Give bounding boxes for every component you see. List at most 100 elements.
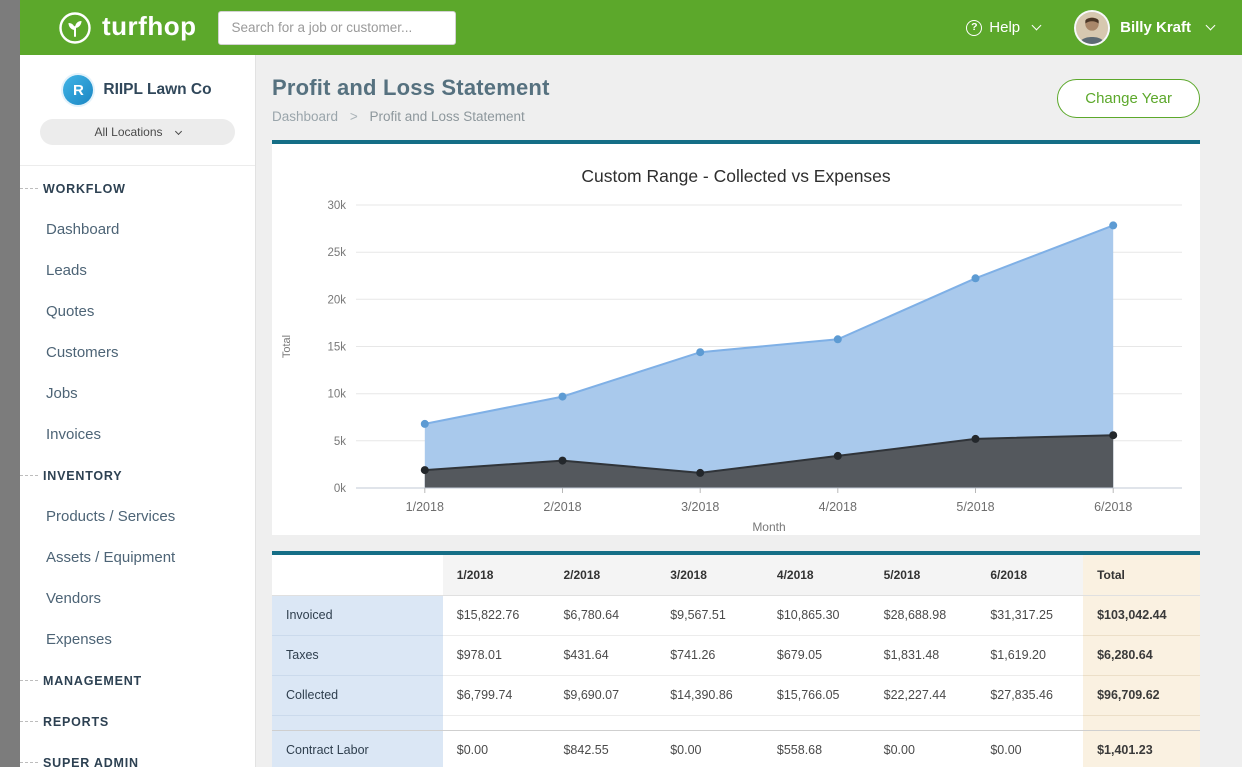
cell-value: $679.05	[763, 635, 870, 675]
spacer-cell	[443, 715, 1083, 730]
cell-value: $14,390.86	[656, 675, 763, 715]
topbar-right: ? Help Billy Kraft	[966, 10, 1214, 46]
location-selector[interactable]: All Locations	[40, 119, 235, 145]
cell-value: $27,835.46	[976, 675, 1083, 715]
cell-value: $1,831.48	[870, 635, 977, 675]
svg-text:0k: 0k	[334, 483, 346, 495]
row-label: Collected	[272, 675, 443, 715]
help-icon: ?	[966, 20, 982, 36]
body-row: R RIIPL Lawn Co All Locations WORKFLOWDa…	[20, 55, 1242, 767]
table-row-collected: Collected$6,799.74$9,690.07$14,390.86$15…	[272, 675, 1200, 715]
column-header-1-2018: 1/2018	[443, 555, 550, 595]
spacer-cell	[1083, 715, 1200, 730]
table-header-row: 1/20182/20183/20184/20185/20186/2018Tota…	[272, 555, 1200, 595]
svg-text:2/2018: 2/2018	[543, 500, 581, 514]
svg-text:5k: 5k	[334, 436, 346, 448]
sidebar-section-label: REPORTS	[43, 715, 109, 729]
change-year-button[interactable]: Change Year	[1057, 79, 1200, 118]
search-input[interactable]	[218, 11, 456, 45]
company-logo: R	[63, 75, 93, 105]
sidebar-section-management: MANAGEMENT	[20, 660, 255, 701]
page-head-left: Profit and Loss Statement Dashboard > Pr…	[272, 69, 550, 140]
company-name: RIIPL Lawn Co	[103, 81, 211, 99]
cell-value: $0.00	[976, 730, 1083, 767]
svg-text:15k: 15k	[327, 342, 346, 354]
svg-text:5/2018: 5/2018	[956, 500, 994, 514]
tree-branch-icon	[20, 188, 38, 189]
svg-text:3/2018: 3/2018	[681, 500, 719, 514]
breadcrumb: Dashboard > Profit and Loss Statement	[272, 109, 550, 124]
column-header-2-2018: 2/2018	[549, 555, 656, 595]
chevron-down-icon	[1206, 21, 1216, 31]
cell-value: $0.00	[656, 730, 763, 767]
cell-value: $842.55	[549, 730, 656, 767]
avatar-image	[1076, 12, 1108, 44]
page-head: Profit and Loss Statement Dashboard > Pr…	[272, 69, 1200, 140]
svg-text:Month: Month	[752, 520, 785, 534]
row-label: Contract Labor	[272, 730, 443, 767]
user-menu[interactable]: Billy Kraft	[1074, 10, 1214, 46]
cell-value: $22,227.44	[870, 675, 977, 715]
svg-text:30k: 30k	[327, 200, 346, 212]
svg-text:10k: 10k	[327, 389, 346, 401]
cell-value: $15,822.76	[443, 595, 550, 635]
row-label: Invoiced	[272, 595, 443, 635]
sidebar-item-customers[interactable]: Customers	[20, 332, 255, 373]
user-name: Billy Kraft	[1120, 19, 1191, 36]
sidebar-section-reports: REPORTS	[20, 701, 255, 742]
cell-value: $978.01	[443, 635, 550, 675]
sidebar-item-expenses[interactable]: Expenses	[20, 619, 255, 660]
location-label: All Locations	[94, 125, 162, 139]
brand-logo[interactable]: turfhop	[58, 11, 196, 45]
sidebar-item-leads[interactable]: Leads	[20, 250, 255, 291]
sidebar-item-dashboard[interactable]: Dashboard	[20, 209, 255, 250]
cell-value: $10,865.30	[763, 595, 870, 635]
chevron-down-icon	[174, 127, 181, 134]
column-header-total: Total	[1083, 555, 1200, 595]
cell-value: $6,780.64	[549, 595, 656, 635]
table-row-taxes: Taxes$978.01$431.64$741.26$679.05$1,831.…	[272, 635, 1200, 675]
breadcrumb-current: Profit and Loss Statement	[369, 109, 524, 124]
sidebar-item-products-services[interactable]: Products / Services	[20, 496, 255, 537]
app: turfhop ? Help Billy Kraf	[20, 0, 1242, 767]
main-content: Profit and Loss Statement Dashboard > Pr…	[256, 55, 1242, 767]
brand-name: turfhop	[102, 13, 196, 43]
sidebar-item-invoices[interactable]: Invoices	[20, 414, 255, 455]
cell-value: $31,317.25	[976, 595, 1083, 635]
sidebar-item-quotes[interactable]: Quotes	[20, 291, 255, 332]
company-header: R RIIPL Lawn Co	[20, 75, 255, 105]
svg-text:20k: 20k	[327, 294, 346, 306]
cell-value: $0.00	[870, 730, 977, 767]
sidebar-section-workflow: WORKFLOW	[20, 168, 255, 209]
svg-text:Total: Total	[281, 335, 293, 358]
column-header-blank	[272, 555, 443, 595]
cell-value: $741.26	[656, 635, 763, 675]
sidebar-section-label: INVENTORY	[43, 469, 122, 483]
sidebar-nav: WORKFLOWDashboardLeadsQuotesCustomersJob…	[20, 165, 255, 767]
pnl-chart: 0k5k10k15k20k25k30k1/20182/20183/20184/2…	[278, 189, 1194, 535]
column-header-4-2018: 4/2018	[763, 555, 870, 595]
sidebar-item-jobs[interactable]: Jobs	[20, 373, 255, 414]
search-wrap	[218, 11, 456, 45]
row-total: $1,401.23	[1083, 730, 1200, 767]
turfhop-logo-icon	[58, 11, 92, 45]
breadcrumb-dashboard[interactable]: Dashboard	[272, 109, 338, 124]
sidebar-item-vendors[interactable]: Vendors	[20, 578, 255, 619]
svg-text:4/2018: 4/2018	[819, 500, 857, 514]
sidebar-item-assets-equipment[interactable]: Assets / Equipment	[20, 537, 255, 578]
row-total: $6,280.64	[1083, 635, 1200, 675]
cell-value: $558.68	[763, 730, 870, 767]
column-header-3-2018: 3/2018	[656, 555, 763, 595]
cell-value: $15,766.05	[763, 675, 870, 715]
tree-branch-icon	[20, 721, 38, 722]
svg-text:6/2018: 6/2018	[1094, 500, 1132, 514]
page-title: Profit and Loss Statement	[272, 75, 550, 101]
spacer-cell	[272, 715, 443, 730]
row-total: $96,709.62	[1083, 675, 1200, 715]
tree-branch-icon	[20, 475, 38, 476]
help-menu[interactable]: ? Help	[966, 19, 1040, 36]
sidebar: R RIIPL Lawn Co All Locations WORKFLOWDa…	[20, 55, 256, 767]
pnl-table: 1/20182/20183/20184/20185/20186/2018Tota…	[272, 555, 1200, 767]
tree-branch-icon	[20, 680, 38, 681]
cell-value: $1,619.20	[976, 635, 1083, 675]
